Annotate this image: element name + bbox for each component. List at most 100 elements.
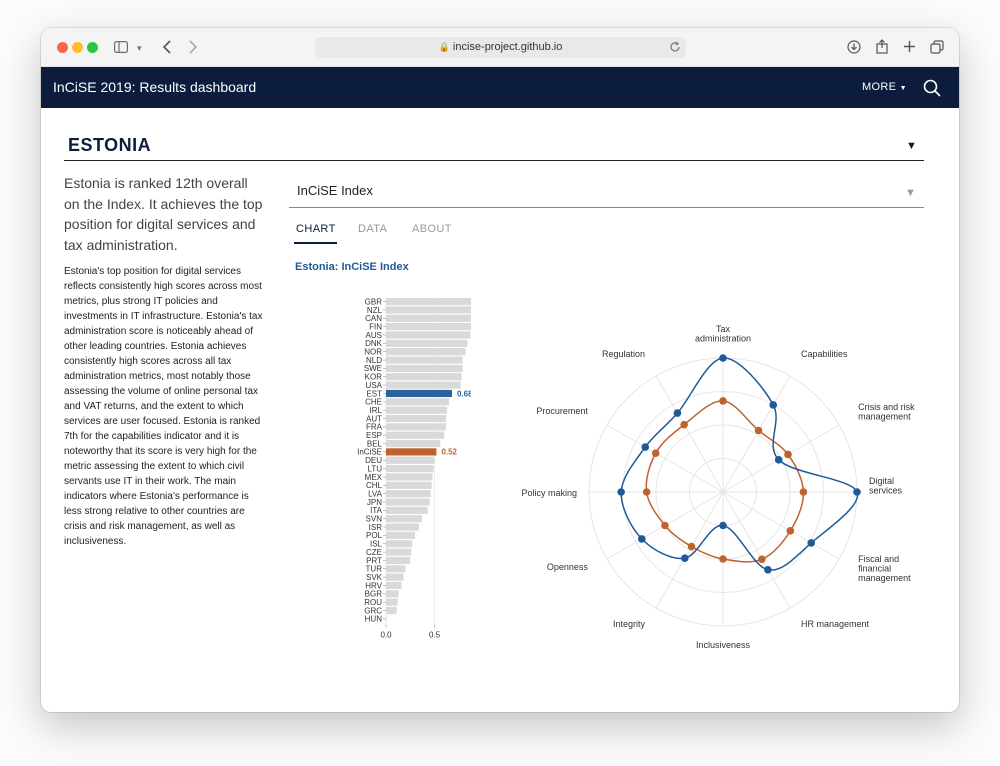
tab-overview-icon[interactable] [930,40,944,54]
bar [386,414,447,423]
radar-axis-line [722,491,840,560]
radar-axis-line [722,375,791,493]
radar-point [784,450,792,459]
radar-point [719,521,727,530]
bar [386,523,419,531]
x-tick-label: 0.0 [380,631,392,640]
bar [386,556,411,565]
tab-about[interactable]: ABOUT [412,223,452,235]
radar-point [680,420,688,429]
bar [386,565,406,573]
bar [386,615,387,623]
metric-select-value: InCiSE Index [297,183,373,198]
radar-axis-line [606,424,724,493]
share-icon[interactable] [876,39,888,54]
forward-icon[interactable] [188,40,198,54]
bar [386,448,437,456]
dropdown-arrow-icon[interactable]: ▼ [905,187,916,199]
bar [386,431,445,439]
download-icon[interactable] [847,40,861,54]
app-title: InCiSE 2019: Results dashboard [53,79,257,95]
bar [386,481,432,489]
radar-axis-label: Policy making [521,488,577,498]
zoom-window-button[interactable] [87,42,98,53]
bar [386,314,471,322]
radar-axis-label: Inclusiveness [696,640,751,650]
bar [386,473,433,481]
bar [386,298,471,306]
bar-value-label: 0.52 [441,448,457,457]
radar-point [673,409,682,417]
lock-icon: 🔒 [438,42,450,52]
bar [386,548,412,556]
url-text: incise-project.github.io [452,41,563,53]
app-header: InCiSE 2019: Results dashboard MORE ▼ [41,67,959,108]
country-selector[interactable]: ESTONIA ▼ [64,132,924,161]
caret-down-icon: ▼ [899,85,907,92]
bar [386,339,468,347]
bar-value-label: 0.68 [457,389,471,398]
bar [386,348,466,356]
browser-window: ▾ 🔒 incise-project.github.io InCiSE 2019… [41,28,959,712]
radar-point [637,535,646,543]
sidebar-toggle-icon[interactable] [114,41,128,53]
bar [386,506,428,514]
radar-point [853,488,861,496]
bar [386,465,434,473]
bar [386,373,462,381]
bar [386,590,399,598]
bar [386,356,463,364]
radar-point [681,554,689,562]
radar-point [799,488,808,496]
radar-axis-label: Digital services [869,476,903,496]
radar-axis-label: Crisis and risk management [858,402,915,422]
dropdown-arrow-icon[interactable]: ▼ [906,140,917,152]
x-tick-label: 0.5 [429,631,441,640]
active-tab-indicator [294,242,337,244]
bar [386,389,452,398]
bar [386,456,435,464]
tab-chart[interactable]: CHART [296,223,336,235]
reload-icon[interactable] [669,41,681,53]
page-content: ESTONIA ▼ Estonia is ranked 12th overall… [41,108,959,712]
more-menu-button[interactable]: MORE ▼ [862,81,907,93]
bar [386,598,398,606]
radar-axis-line [655,375,724,493]
back-icon[interactable] [162,40,172,54]
bar [386,364,463,372]
bar [386,423,447,431]
minimize-window-button[interactable] [72,42,83,53]
radar-axis-label: Integrity [613,619,646,629]
bar [386,323,471,331]
metric-selector[interactable]: InCiSE Index ▼ [289,180,924,208]
bar [386,406,448,414]
radar-axis-label: Tax administration [695,324,751,344]
chevron-down-icon[interactable]: ▾ [137,41,142,55]
indicator-radar-chart: Tax administration Capabilities Crisis and … [521,324,915,650]
search-icon[interactable] [923,79,941,97]
bar [386,515,422,523]
new-tab-icon[interactable] [903,40,916,53]
radar-point [754,426,763,435]
radar-axis-label: Regulation [602,349,645,359]
country-summary-lead: Estonia is ranked 12th overall on the In… [64,175,263,253]
close-window-button[interactable] [57,42,68,53]
browser-toolbar: ▾ 🔒 incise-project.github.io [41,28,959,67]
radar-point [651,449,660,457]
radar-point [687,542,696,551]
bar [386,439,441,448]
bar-category-label: HUN [365,615,383,624]
radar-point [719,397,727,405]
bar [386,573,404,581]
chart-title: Estonia: InCiSE Index [295,261,409,273]
more-label: MORE [862,81,897,93]
tab-data[interactable]: DATA [358,223,387,235]
radar-point [617,488,625,496]
country-ranking-bar-chart: GBRNZLCANFINAUSDNKNORNLDSWEKORUSAEST 0.68… [357,296,471,640]
bar [386,306,471,314]
bar [386,540,413,548]
bar [386,498,430,506]
radar-point [758,555,766,564]
radar-axis-label: Capabilities [801,349,848,359]
address-bar[interactable]: 🔒 incise-project.github.io [315,37,686,58]
